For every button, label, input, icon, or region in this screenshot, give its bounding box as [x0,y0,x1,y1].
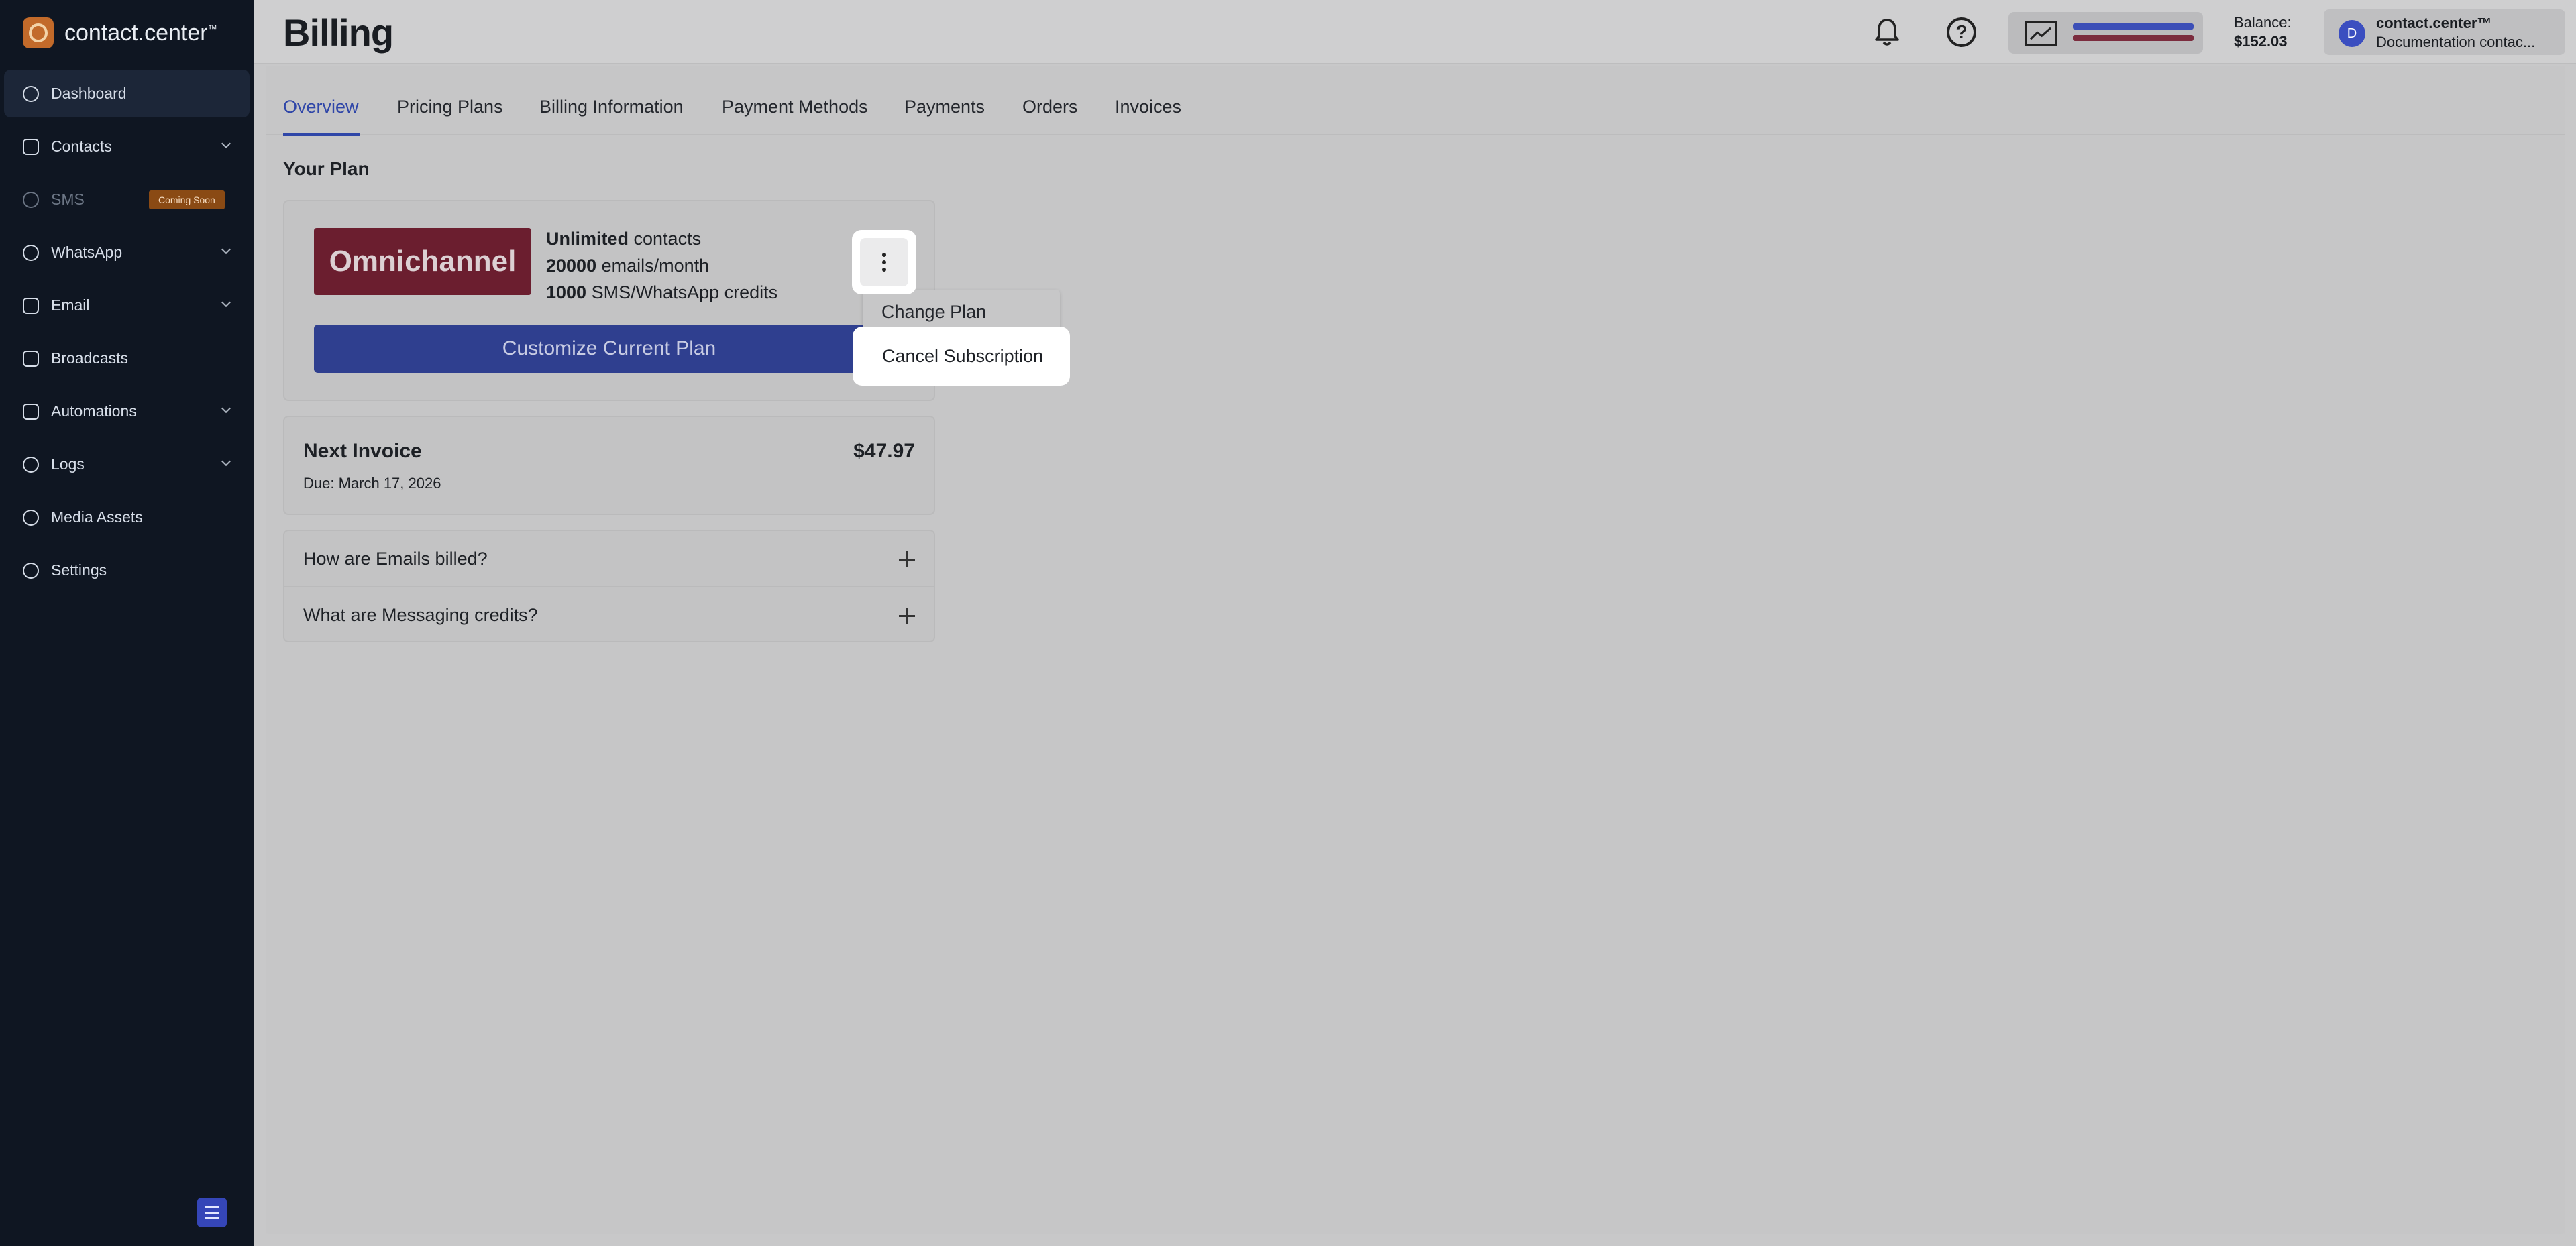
balance-label: Balance: [2234,14,2292,31]
your-plan-heading: Your Plan [283,158,370,179]
plan-options-button[interactable] [860,238,908,286]
billing-tabs: Overview Pricing Plans Billing Informati… [266,66,2565,136]
plan-card: Omnichannel Unlimited contacts 20000 ema… [283,200,935,401]
sidebar-item-dashboard[interactable]: Dashboard [4,70,250,117]
brand-logo[interactable]: contact.center™ [23,17,217,48]
plus-icon [899,608,915,624]
tab-pricing-plans[interactable]: Pricing Plans [397,97,503,117]
sidebar-item-label: Settings [51,561,107,579]
top-header: Billing ? Balance: $152.03 D contact.cen… [254,0,2576,64]
plus-icon [899,551,915,567]
trend-chart-icon [2025,21,2057,46]
feature-credits: 1000 SMS/WhatsApp credits [546,282,778,302]
mail-icon [23,297,39,314]
chevron-down-icon [221,456,231,467]
cloud-upload-icon [23,509,39,526]
next-invoice-title: Next Invoice [303,440,422,462]
plan-name-badge: Omnichannel [314,228,531,295]
sidebar-item-settings[interactable]: Settings [4,547,250,594]
workflow-icon [23,403,39,420]
next-invoice-amount: $47.97 [853,440,915,462]
active-tab-indicator [283,133,360,136]
faq-accordion: How are Emails billed? What are Messagin… [283,530,935,642]
coming-soon-badge: Coming Soon [149,190,225,209]
sidebar-item-broadcasts[interactable]: Broadcasts [4,335,250,382]
page-title: Billing [283,11,394,54]
sidebar-item-label: Logs [51,455,85,473]
account-switcher[interactable]: D contact.center™ Documentation contac..… [2324,9,2565,55]
feature-emails: 20000 emails/month [546,256,710,276]
next-invoice-card: Next Invoice Due: March 17, 2026 $47.97 [283,416,935,515]
customize-plan-button[interactable]: Customize Current Plan [314,325,904,373]
sidebar-item-label: Automations [51,402,137,420]
next-invoice-due: Due: March 17, 2026 [303,475,441,492]
sidebar-item-sms: SMS Coming Soon [4,176,250,223]
collapse-sidebar-button[interactable] [197,1198,227,1227]
dashboard-icon [23,85,39,102]
help-icon[interactable]: ? [1947,17,1976,47]
feature-contacts: Unlimited contacts [546,229,702,249]
history-icon [23,456,39,473]
usage-bar-secondary [2073,35,2194,41]
chevron-down-icon [221,138,231,149]
billing-content: Overview Pricing Plans Billing Informati… [266,66,2565,1234]
sidebar-item-label: Dashboard [51,84,127,102]
usage-bar-primary [2073,23,2194,30]
sms-icon [23,191,39,208]
tab-payments[interactable]: Payments [904,97,985,117]
balance-value: $152.03 [2234,33,2288,50]
sidebar-item-label: Contacts [51,137,112,155]
faq-question: What are Messaging credits? [303,605,538,625]
gear-icon [23,562,39,579]
account-name: contact.center™ [2376,15,2492,32]
whatsapp-icon [23,244,39,261]
contacts-icon [23,138,39,155]
cancel-subscription-item[interactable]: Cancel Subscription [862,335,1061,378]
cancel-highlight: Cancel Subscription [853,327,1070,386]
brand-tm: ™ [207,23,217,34]
sidebar-item-label: SMS [51,190,85,208]
brand-name: contact.center [64,19,208,46]
change-plan-item[interactable]: Change Plan [881,302,986,323]
sidebar-item-contacts[interactable]: Contacts [4,123,250,170]
usage-widget[interactable] [2008,12,2203,54]
megaphone-icon [23,350,39,367]
chevron-down-icon [221,403,231,414]
logo-icon [23,17,54,48]
tab-payment-methods[interactable]: Payment Methods [722,97,868,117]
sidebar-item-automations[interactable]: Automations [4,388,250,435]
sidebar: contact.center™ Dashboard Contacts SMS C… [0,0,254,1246]
faq-item-emails[interactable]: How are Emails billed? [284,531,934,586]
sidebar-item-whatsapp[interactable]: WhatsApp [4,229,250,276]
tab-invoices[interactable]: Invoices [1115,97,1181,117]
plan-features: Unlimited contacts 20000 emails/month 10… [546,225,777,306]
sidebar-item-label: Email [51,296,90,314]
bell-icon[interactable] [1874,17,1900,47]
main-area: Billing ? Balance: $152.03 D contact.cen… [254,0,2576,1246]
plan-menu-highlight [852,230,916,294]
tab-billing-information[interactable]: Billing Information [539,97,684,117]
faq-item-credits[interactable]: What are Messaging credits? [284,586,934,641]
balance-display: Balance: $152.03 [2234,13,2292,51]
sidebar-item-label: Media Assets [51,508,143,526]
sidebar-item-email[interactable]: Email [4,282,250,329]
sidebar-item-logs[interactable]: Logs [4,441,250,488]
sidebar-item-label: WhatsApp [51,243,123,261]
tab-overview[interactable]: Overview [283,97,359,117]
account-workspace: Documentation contac... [2376,34,2536,50]
faq-question: How are Emails billed? [303,549,488,569]
sidebar-nav: Dashboard Contacts SMS Coming Soon Whats… [4,70,250,600]
chevron-down-icon [221,297,231,308]
chevron-down-icon [221,244,231,255]
sidebar-item-label: Broadcasts [51,349,129,367]
tab-orders[interactable]: Orders [1022,97,1078,117]
sidebar-item-media-assets[interactable]: Media Assets [4,494,250,541]
avatar: D [2339,20,2365,47]
